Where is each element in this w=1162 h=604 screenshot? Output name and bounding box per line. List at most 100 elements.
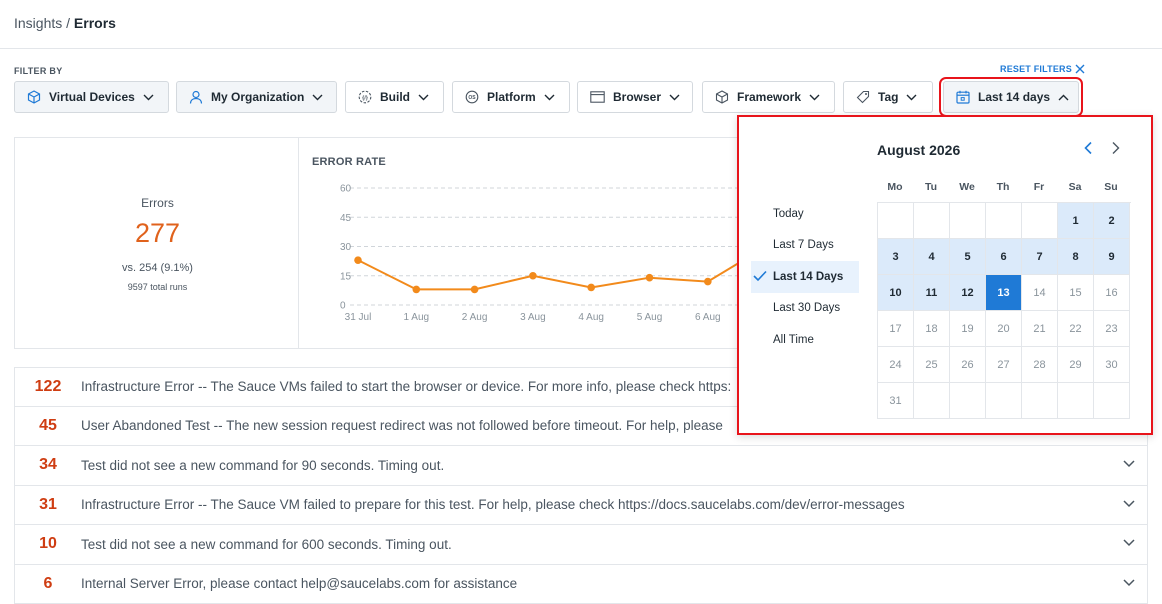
chevron-down-icon[interactable] xyxy=(1123,500,1135,508)
date-preset-label: Last 14 Days xyxy=(773,271,843,283)
chevron-down-icon[interactable] xyxy=(1123,539,1135,547)
calendar-empty-cell xyxy=(950,383,986,419)
date-preset-label: Last 7 Days xyxy=(773,239,834,251)
calendar-day[interactable]: 22 xyxy=(1058,311,1094,347)
chevron-down-icon[interactable] xyxy=(1123,460,1135,468)
calendar-day[interactable]: 23 xyxy=(1094,311,1130,347)
date-preset-option[interactable]: Last 14 Days xyxy=(751,261,859,293)
filter-build[interactable]: {/} Build xyxy=(345,81,444,113)
breadcrumb-current: Errors xyxy=(74,15,116,31)
data-point[interactable] xyxy=(471,286,479,294)
calendar-day[interactable]: 26 xyxy=(950,347,986,383)
calendar-day[interactable]: 24 xyxy=(878,347,914,383)
calendar-day[interactable]: 8 xyxy=(1058,239,1094,275)
calendar-day[interactable]: 18 xyxy=(914,311,950,347)
error-row[interactable]: 34 Test did not see a new command for 90… xyxy=(14,446,1148,486)
calendar-day[interactable]: 20 xyxy=(986,311,1022,347)
chevron-down-icon xyxy=(906,94,917,101)
chevron-right-icon[interactable] xyxy=(1111,141,1121,155)
calendar-day[interactable]: 11 xyxy=(914,275,950,311)
calendar-day[interactable]: 31 xyxy=(878,383,914,419)
calendar-day[interactable]: 16 xyxy=(1094,275,1130,311)
calendar-day[interactable]: 13 xyxy=(986,275,1022,311)
date-preset-label: Last 30 Days xyxy=(773,302,840,314)
error-count: 31 xyxy=(15,496,81,514)
filter-by-label: FILTER BY xyxy=(14,66,63,76)
data-point[interactable] xyxy=(413,286,421,294)
breadcrumb: Insights / Errors xyxy=(14,15,116,31)
weekday-label: We xyxy=(949,181,985,193)
filter-virtual-devices[interactable]: Virtual Devices xyxy=(14,81,169,113)
calendar-day[interactable]: 29 xyxy=(1058,347,1094,383)
filter-label: Build xyxy=(380,90,410,104)
calendar-day[interactable]: 30 xyxy=(1094,347,1130,383)
svg-text:{/}: {/} xyxy=(362,95,369,101)
data-point[interactable] xyxy=(704,278,712,286)
data-point[interactable] xyxy=(354,256,362,264)
error-row[interactable]: 6 Internal Server Error, please contact … xyxy=(14,565,1148,604)
calendar-day[interactable]: 7 xyxy=(1022,239,1058,275)
calendar-day[interactable]: 14 xyxy=(1022,275,1058,311)
x-tick-label: 6 Aug xyxy=(695,312,721,323)
errors-count: 277 xyxy=(15,218,300,249)
calendar-empty-cell xyxy=(914,383,950,419)
chevron-left-icon[interactable] xyxy=(1083,141,1093,155)
calendar-day[interactable]: 2 xyxy=(1094,203,1130,239)
calendar-day[interactable]: 17 xyxy=(878,311,914,347)
calendar-empty-cell xyxy=(986,203,1022,239)
filter-label: Framework xyxy=(737,90,801,104)
y-tick-label: 60 xyxy=(340,184,352,195)
calendar-empty-cell xyxy=(1022,383,1058,419)
filter-tag[interactable]: Tag xyxy=(843,81,933,113)
filter-platform[interactable]: OS Platform xyxy=(452,81,570,113)
date-preset-option[interactable]: Last 30 Days xyxy=(751,293,859,325)
chevron-down-icon[interactable] xyxy=(1123,579,1135,587)
calendar-month-title: August 2026 xyxy=(877,142,960,158)
error-row[interactable]: 31 Infrastructure Error -- The Sauce VM … xyxy=(14,486,1148,526)
error-row[interactable]: 10 Test did not see a new command for 60… xyxy=(14,525,1148,565)
filter-my-organization[interactable]: My Organization xyxy=(176,81,337,113)
calendar-day[interactable]: 28 xyxy=(1022,347,1058,383)
calendar-day[interactable]: 25 xyxy=(914,347,950,383)
calendar-day[interactable]: 12 xyxy=(950,275,986,311)
filter-framework[interactable]: Framework xyxy=(702,81,835,113)
data-point[interactable] xyxy=(529,272,537,280)
error-message: Test did not see a new command for 600 s… xyxy=(81,537,452,552)
calendar-day[interactable]: 1 xyxy=(1058,203,1094,239)
filter-date-range[interactable]: Last 14 days xyxy=(943,81,1079,113)
errors-summary-card: Errors 277 vs. 254 (9.1%) 9597 total run… xyxy=(14,137,299,349)
filter-browser[interactable]: Browser xyxy=(577,81,693,113)
date-preset-option[interactable]: Last 7 Days xyxy=(751,230,859,262)
weekday-label: Tu xyxy=(913,181,949,193)
y-tick-label: 0 xyxy=(340,301,346,312)
breadcrumb-separator: / xyxy=(62,15,74,31)
data-point[interactable] xyxy=(587,284,595,292)
calendar-empty-cell xyxy=(986,383,1022,419)
error-count: 122 xyxy=(15,378,81,396)
breadcrumb-parent[interactable]: Insights xyxy=(14,15,62,31)
calendar-day[interactable]: 27 xyxy=(986,347,1022,383)
date-preset-option[interactable]: All Time xyxy=(751,324,859,356)
calendar-day[interactable]: 10 xyxy=(878,275,914,311)
calendar-day[interactable]: 4 xyxy=(914,239,950,275)
calendar-empty-cell xyxy=(1094,383,1130,419)
y-tick-label: 15 xyxy=(340,271,352,282)
error-message: User Abandoned Test -- The new session r… xyxy=(81,418,723,433)
calendar-day[interactable]: 5 xyxy=(950,239,986,275)
calendar-day[interactable]: 9 xyxy=(1094,239,1130,275)
check-icon xyxy=(753,270,767,282)
data-point[interactable] xyxy=(646,274,654,282)
reset-filters-button[interactable]: RESET FILTERS xyxy=(1000,64,1085,74)
calendar-day[interactable]: 3 xyxy=(878,239,914,275)
calendar-day[interactable]: 6 xyxy=(986,239,1022,275)
calendar-day[interactable]: 21 xyxy=(1022,311,1058,347)
filter-label: Last 14 days xyxy=(978,90,1050,104)
calendar-day[interactable]: 19 xyxy=(950,311,986,347)
filter-label: Virtual Devices xyxy=(49,90,135,104)
calendar-day[interactable]: 15 xyxy=(1058,275,1094,311)
x-tick-label: 5 Aug xyxy=(637,312,663,323)
user-icon xyxy=(189,90,203,104)
date-preset-option[interactable]: Today xyxy=(751,198,859,230)
date-preset-label: All Time xyxy=(773,334,814,346)
weekday-label: Su xyxy=(1093,181,1129,193)
